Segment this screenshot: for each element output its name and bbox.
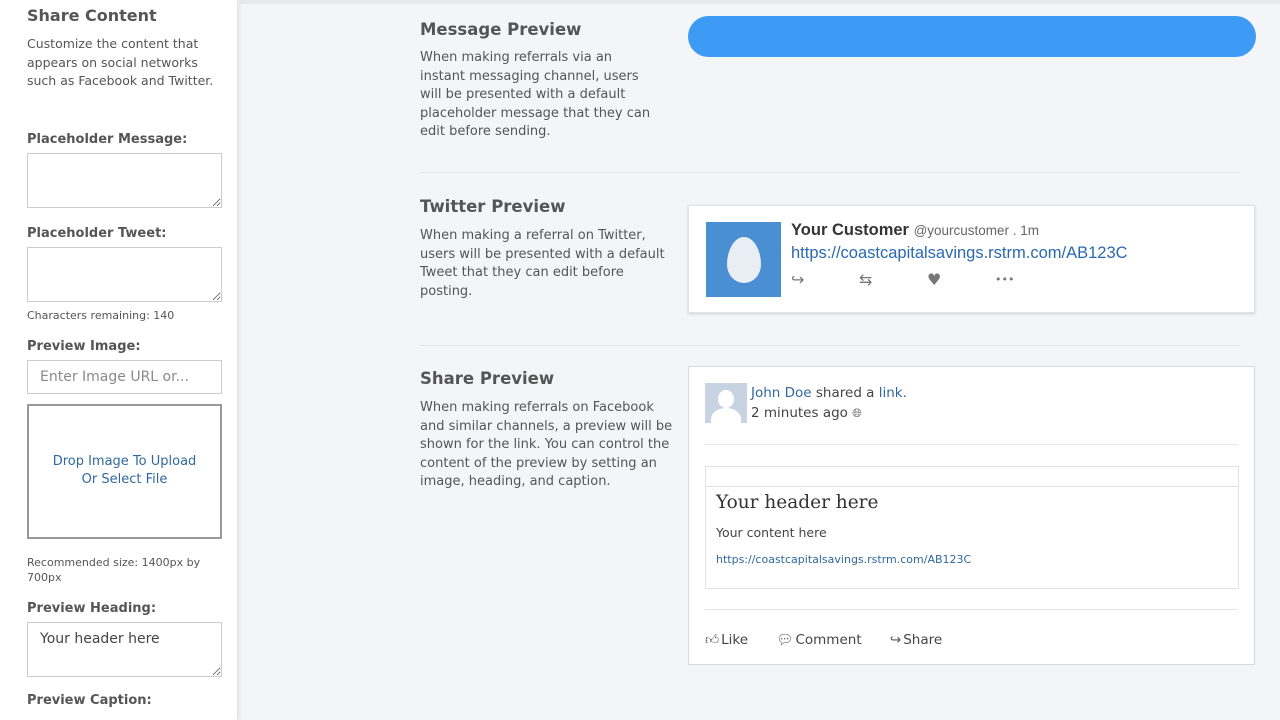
comment-label: Comment	[795, 632, 862, 648]
top-border	[238, 0, 1280, 4]
sidebar-description: Customize the content that appears on so…	[27, 36, 214, 88]
sidebar-title: Share Content	[27, 6, 157, 25]
heart-icon[interactable]: ♥	[927, 270, 941, 290]
placeholder-message-label: Placeholder Message:	[27, 131, 188, 147]
preview-caption-label: Preview Caption:	[27, 692, 152, 708]
tweet-author-handle: @yourcustomer . 1m	[913, 223, 1040, 238]
recommended-size-hint: Recommended size: 1400px by 700px	[27, 555, 201, 584]
tweet-author-name: Your Customer	[791, 221, 909, 239]
post-divider	[705, 444, 1238, 445]
link-preview-heading: Your header here	[716, 492, 879, 513]
dropzone-upload-text: Drop Image To Upload	[52, 454, 197, 469]
share-content-sidebar: Share Content Customize the content that…	[0, 0, 238, 720]
link-preview-url[interactable]: https://coastcapitalsavings.rstrm.com/AB…	[716, 553, 971, 566]
preview-heading-label: Preview Heading:	[27, 600, 157, 616]
dropzone-select-file-link[interactable]: Or Select File	[82, 471, 168, 489]
tweet-author: Your Customer @yourcustomer . 1m	[791, 221, 1039, 240]
shared-text: shared a	[811, 385, 879, 401]
preview-area: Message Preview When making referrals vi…	[238, 0, 1280, 720]
thumbs-up-icon: 👍︎	[705, 632, 720, 648]
message-preview-description: When making referrals via an instant mes…	[420, 50, 651, 139]
tweet-link[interactable]: https://coastcapitalsavings.rstrm.com/AB…	[791, 244, 1128, 263]
more-icon[interactable]: •••	[995, 270, 1014, 290]
placeholder-tweet-label: Placeholder Tweet:	[27, 225, 167, 241]
profile-avatar	[705, 383, 747, 423]
placeholder-tweet-field[interactable]	[27, 246, 222, 302]
placeholder-message-field[interactable]	[27, 152, 222, 208]
share-button[interactable]: ↪ Share	[890, 632, 942, 648]
post-actions: 👍︎ Like 💬︎ Comment ↪ Share	[705, 631, 966, 648]
image-url-input[interactable]	[27, 359, 222, 394]
twitter-preview-description: When making a referral on Twitter, users…	[420, 228, 665, 299]
share-icon: ↪	[889, 632, 902, 648]
post-time: 2 minutes ago	[751, 405, 848, 421]
post-author-link[interactable]: John Doe	[751, 385, 812, 401]
shared-link[interactable]: link.	[879, 385, 907, 401]
preview-heading-field[interactable]	[27, 621, 222, 677]
reply-icon[interactable]: ↪	[791, 270, 804, 290]
characters-remaining: Characters remaining: 140	[27, 308, 175, 322]
link-preview-image-area	[706, 467, 1238, 487]
tweet-preview-card: Your Customer @yourcustomer . 1m https:/…	[688, 205, 1255, 313]
share-label: Share	[903, 632, 943, 648]
image-dropzone[interactable]: Drop Image To Upload Or Select File	[27, 403, 222, 539]
like-button[interactable]: 👍︎ Like	[705, 631, 748, 648]
share-preview-title: Share Preview	[420, 369, 555, 388]
message-preview-title: Message Preview	[420, 20, 582, 39]
comment-icon: 💬︎	[776, 632, 794, 648]
link-preview[interactable]: Your header here Your content here https…	[705, 466, 1239, 589]
link-preview-content: Your content here	[716, 525, 827, 540]
message-preview-bubble	[688, 16, 1256, 57]
twitter-avatar	[706, 222, 781, 297]
like-label: Like	[721, 632, 749, 648]
egg-icon	[726, 236, 761, 283]
comment-button[interactable]: 💬︎ Comment	[776, 632, 861, 648]
facebook-preview-card: John Doe shared a link. 2 minutes ago 🌐︎…	[688, 366, 1255, 665]
twitter-preview-title: Twitter Preview	[420, 197, 566, 216]
section-divider	[420, 172, 1240, 173]
post-divider	[705, 609, 1238, 610]
section-divider	[420, 345, 1240, 346]
globe-icon: 🌐︎	[852, 406, 862, 420]
preview-image-label: Preview Image:	[27, 338, 141, 354]
share-preview-description: When making referrals on Facebook and si…	[420, 400, 673, 489]
post-meta: John Doe shared a link. 2 minutes ago 🌐︎	[751, 383, 907, 423]
retweet-icon[interactable]: ⇆	[859, 270, 872, 290]
